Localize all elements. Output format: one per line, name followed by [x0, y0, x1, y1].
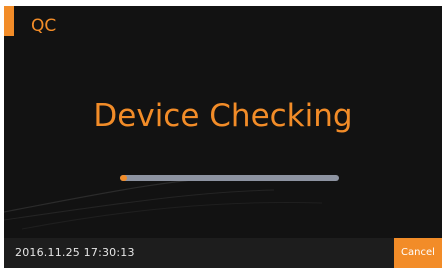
device-checking-message: Device Checking — [93, 98, 353, 134]
background-swoosh-decoration — [4, 175, 323, 230]
timestamp: 2016.11.25 17:30:13 — [15, 246, 135, 259]
cancel-button[interactable]: Cancel — [394, 238, 442, 268]
progress-bar — [120, 175, 339, 181]
device-screen: QC Device Checking 2016.11.25 17:30:13 C… — [4, 6, 442, 268]
progress-bar-fill — [120, 175, 127, 181]
status-bar: 2016.11.25 17:30:13 Cancel — [4, 238, 442, 268]
